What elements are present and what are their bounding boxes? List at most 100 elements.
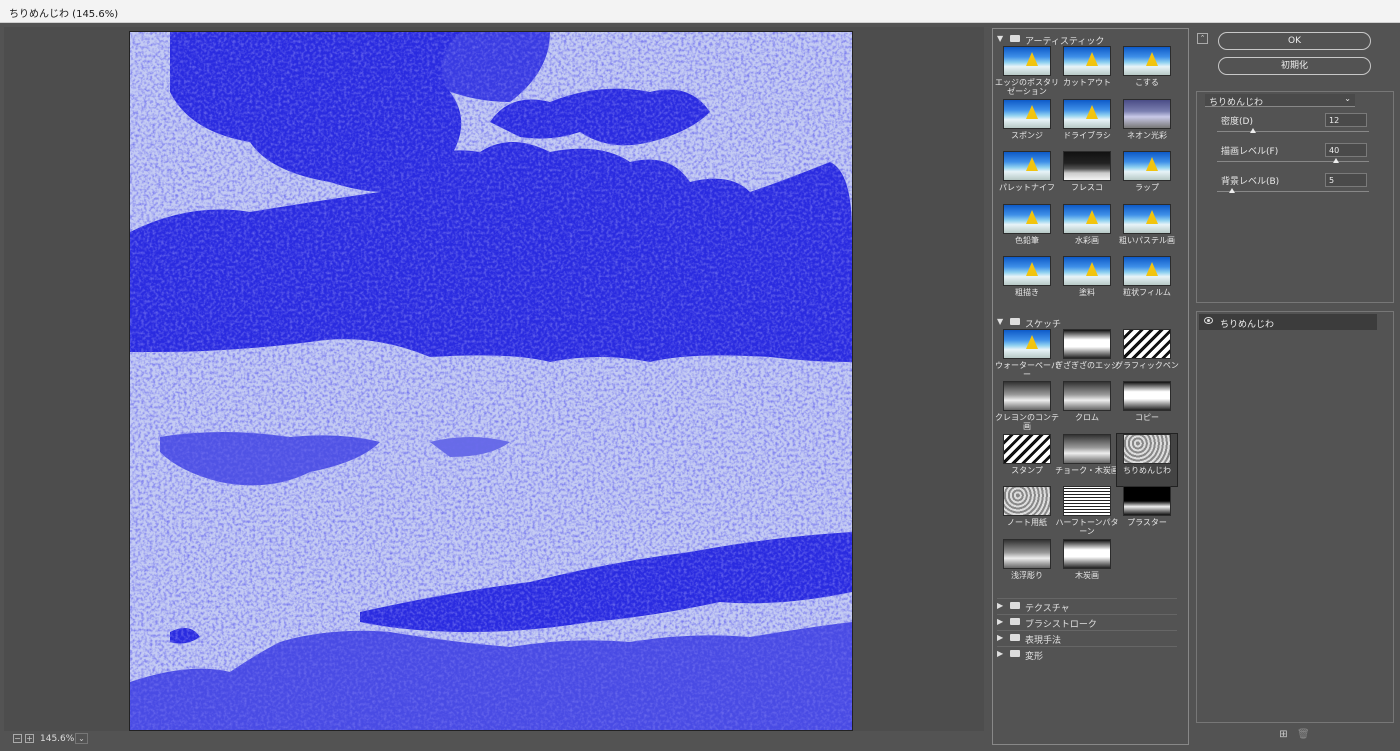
thumbnail-image bbox=[1003, 328, 1051, 359]
filter-thumbnail[interactable]: 粗描き bbox=[997, 256, 1057, 308]
thumbnail-image bbox=[1063, 328, 1111, 359]
param-label: 背景レベル(B) bbox=[1221, 177, 1280, 187]
effect-layer-name: ちりめんじわ bbox=[1220, 320, 1275, 330]
filter-settings: ちりめんじわ ⌄ 密度(D) 描画レベル(F) 背景レベル(B) bbox=[1196, 91, 1394, 303]
param-slider[interactable] bbox=[1217, 128, 1369, 133]
filter-thumbnail[interactable]: フレスコ bbox=[1057, 151, 1117, 203]
filter-thumbnail[interactable]: プラスター bbox=[1117, 486, 1177, 538]
filter-thumbnail[interactable]: 粗いパステル画 bbox=[1117, 203, 1177, 256]
filter-thumbnail[interactable]: 浅浮彫り bbox=[997, 538, 1057, 591]
category-header[interactable]: ▼ アーティスティック bbox=[997, 32, 1177, 47]
preview-area bbox=[4, 27, 984, 731]
filter-thumbnail[interactable]: ノート用紙 bbox=[997, 486, 1057, 538]
thumbnail-image bbox=[1123, 328, 1171, 359]
slider-knob[interactable] bbox=[1332, 158, 1339, 163]
thumbnail-label: ハーフトーンパターン bbox=[1055, 518, 1119, 536]
thumbnail-label: ぎざぎざのエッジ bbox=[1055, 360, 1119, 370]
filter-thumbnail[interactable]: ハーフトーンパターン bbox=[1055, 486, 1119, 538]
filter-thumbnail[interactable]: 水彩画 bbox=[1057, 203, 1117, 256]
preview-canvas[interactable] bbox=[129, 31, 853, 731]
thumbnail-label: ラップ bbox=[1135, 183, 1159, 192]
thumbnail-image bbox=[1123, 203, 1171, 234]
filter-thumbnail[interactable]: スタンプ bbox=[997, 433, 1057, 486]
zoom-out-button[interactable]: − bbox=[13, 734, 22, 743]
thumbnail-image bbox=[1063, 256, 1111, 286]
thumbnail-label: こする bbox=[1135, 78, 1159, 87]
thumbnail-image bbox=[1003, 538, 1051, 569]
thumbnail-label: コピー bbox=[1135, 413, 1159, 422]
filter-thumbnail[interactable]: チョーク・木炭画 bbox=[1055, 433, 1119, 486]
thumbnail-label: 浅浮彫り bbox=[1011, 570, 1043, 580]
filter-thumbnail[interactable]: 木炭画 bbox=[1057, 538, 1117, 591]
category-header[interactable]: ▼ スケッチ bbox=[997, 315, 1177, 330]
filter-thumbnail[interactable]: スポンジ bbox=[997, 98, 1057, 151]
category-header[interactable]: ▶ 表現手法 bbox=[997, 630, 1177, 646]
thumbnail-image bbox=[1063, 433, 1111, 464]
effect-layer-row[interactable]: ちりめんじわ bbox=[1199, 314, 1377, 330]
filter-thumbnail[interactable]: ラップ bbox=[1117, 151, 1177, 203]
thumbnail-image bbox=[1063, 381, 1111, 411]
param-input[interactable] bbox=[1325, 113, 1367, 127]
filter-select-value: ちりめんじわ bbox=[1209, 98, 1264, 108]
filter-thumbnail[interactable]: ちりめんじわ bbox=[1116, 432, 1178, 487]
thumbnail-label: スタンプ bbox=[1011, 465, 1043, 475]
param-label: 描画レベル(F) bbox=[1221, 147, 1279, 157]
thumbnail-label: クレヨンのコンテ画 bbox=[995, 413, 1059, 431]
folder-icon bbox=[1010, 317, 1020, 325]
param-slider[interactable] bbox=[1217, 158, 1369, 163]
slider-knob[interactable] bbox=[1250, 128, 1257, 133]
zoom-in-button[interactable]: + bbox=[25, 734, 34, 743]
filter-thumbnail[interactable]: 粒状フィルム bbox=[1117, 256, 1177, 308]
thumbnail-label: ネオン光彩 bbox=[1127, 130, 1167, 140]
thumbnail-image bbox=[1063, 151, 1111, 181]
ok-button[interactable]: OK bbox=[1218, 32, 1371, 50]
filter-thumbnail[interactable]: クレヨンのコンテ画 bbox=[995, 381, 1059, 433]
folder-icon bbox=[1010, 634, 1020, 641]
filter-thumbnail[interactable]: ネオン光彩 bbox=[1117, 98, 1177, 151]
folder-icon bbox=[1010, 650, 1020, 657]
category-header[interactable]: ▶ テクスチャ bbox=[997, 598, 1177, 614]
new-effect-layer-button[interactable]: ⊞ bbox=[1278, 730, 1289, 741]
category-header[interactable]: ▶ 変形 bbox=[997, 646, 1177, 662]
triangle-down-icon: ▼ bbox=[997, 316, 1004, 326]
category-header[interactable]: ▶ ブラシストローク bbox=[997, 614, 1177, 630]
filter-thumbnail[interactable]: ウォーターペーパー bbox=[995, 328, 1059, 381]
preview-image bbox=[130, 32, 852, 730]
thumbnail-label: スポンジ bbox=[1011, 130, 1043, 140]
thumbnail-image bbox=[1003, 203, 1051, 234]
folder-icon bbox=[1010, 618, 1020, 625]
category-label: 表現手法 bbox=[1025, 636, 1062, 646]
zoom-dropdown[interactable]: ⌄ bbox=[75, 733, 88, 744]
param-slider[interactable] bbox=[1217, 188, 1369, 193]
status-bar: − + 145.6% ⌄ bbox=[0, 732, 990, 749]
thumbnail-label: プラスター bbox=[1127, 518, 1167, 527]
slider-knob[interactable] bbox=[1229, 188, 1236, 193]
effect-layers-panel: ちりめんじわ bbox=[1196, 311, 1394, 723]
filter-thumbnail[interactable]: ドライブラシ bbox=[1057, 98, 1117, 151]
filter-select[interactable]: ちりめんじわ ⌄ bbox=[1205, 94, 1355, 108]
thumbnail-label: 粗いパステル画 bbox=[1119, 235, 1175, 245]
filter-thumbnail[interactable]: ぎざぎざのエッジ bbox=[1055, 328, 1119, 381]
category-label: テクスチャ bbox=[1025, 604, 1070, 614]
param-input[interactable] bbox=[1325, 173, 1367, 187]
filter-thumbnail[interactable]: 色鉛筆 bbox=[997, 203, 1057, 256]
eye-icon[interactable] bbox=[1204, 317, 1213, 324]
thumbnail-label: クロム bbox=[1075, 413, 1099, 422]
zoom-level: 145.6% bbox=[40, 734, 75, 744]
filter-thumbnail[interactable]: 塗料 bbox=[1057, 256, 1117, 308]
filter-thumbnail[interactable]: コピー bbox=[1117, 381, 1177, 433]
delete-effect-layer-button[interactable]: 🗑 bbox=[1297, 730, 1310, 741]
filter-thumbnail[interactable]: こする bbox=[1117, 46, 1177, 98]
folder-icon bbox=[1010, 602, 1020, 609]
filter-thumbnail[interactable]: パレットナイフ bbox=[997, 151, 1057, 203]
filter-thumbnail[interactable]: カットアウト bbox=[1057, 46, 1117, 98]
filter-thumbnail[interactable]: エッジのポスタリゼーション bbox=[995, 46, 1059, 98]
thumbnail-label: 水彩画 bbox=[1075, 235, 1099, 245]
reset-button[interactable]: 初期化 bbox=[1218, 57, 1371, 75]
thumbnail-label: ウォーターペーパー bbox=[995, 360, 1059, 379]
param-input[interactable] bbox=[1325, 143, 1367, 157]
thumbnail-image bbox=[1003, 98, 1051, 129]
filter-thumbnail[interactable]: クロム bbox=[1057, 381, 1117, 433]
collapse-gallery-button[interactable]: ⌃ bbox=[1197, 33, 1208, 44]
filter-thumbnail[interactable]: グラフィックペン bbox=[1115, 328, 1179, 381]
